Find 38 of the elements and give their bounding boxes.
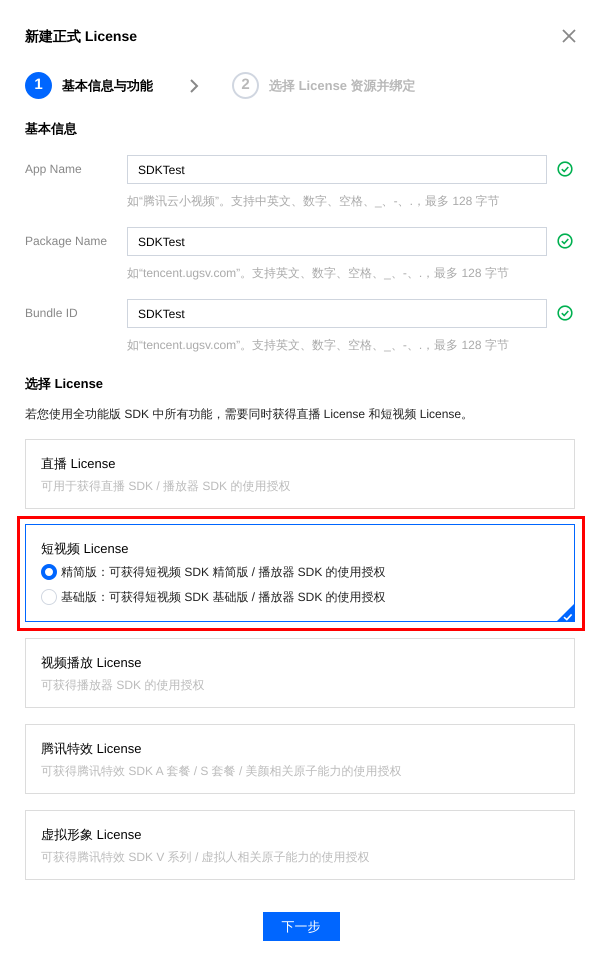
license-description: 可用于获得直播 SDK / 播放器 SDK 的使用授权 bbox=[41, 478, 292, 495]
dialog-title: 新建正式 License bbox=[25, 27, 138, 46]
radio-icon[interactable] bbox=[41, 564, 57, 580]
field-label: App Name bbox=[25, 161, 83, 178]
step-number: 2 bbox=[232, 72, 259, 99]
edition-radio-option[interactable]: 精简版：可获得短视频 SDK 精简版 / 播放器 SDK 的使用授权 bbox=[41, 562, 559, 582]
step-number: 1 bbox=[25, 72, 52, 99]
next-button[interactable]: 下一步 bbox=[262, 912, 340, 941]
field-label: Bundle ID bbox=[25, 305, 79, 322]
license-card[interactable]: 直播 License 可用于获得直播 SDK / 播放器 SDK 的使用授权 bbox=[25, 439, 575, 509]
chevron-right-icon bbox=[189, 78, 199, 94]
edition-radio-option[interactable]: 基础版：可获得短视频 SDK 基础版 / 播放器 SDK 的使用授权 bbox=[41, 587, 559, 607]
field-hint: 如“tencent.ugsv.com”。支持英文、数字、空格、_、-、.，最多 128 字节 bbox=[127, 337, 510, 354]
field-label: Package Name bbox=[25, 233, 108, 250]
step-label: 选择 License 资源并绑定 bbox=[269, 76, 416, 94]
corner-check-icon bbox=[556, 603, 575, 622]
license-card[interactable]: 虚拟形象 License 可获得腾讯特效 SDK V 系列 / 虚拟人相关原子能力的使用授权 bbox=[25, 810, 575, 880]
section-description: 若您使用全功能版 SDK 中所有功能，需要同时获得直播 License 和短视频 License。 bbox=[25, 406, 474, 423]
text-input[interactable]: SDKTest bbox=[127, 299, 547, 328]
section-heading: 基本信息 bbox=[25, 120, 78, 138]
license-title: 视频播放 License bbox=[41, 654, 142, 672]
text-input[interactable]: SDKTest bbox=[127, 155, 547, 184]
license-title: 虚拟形象 License bbox=[41, 826, 142, 844]
license-title: 短视频 License bbox=[41, 540, 130, 558]
license-card[interactable]: 短视频 License 精简版：可获得短视频 SDK 精简版 / 播放器 SDK 的使用授权 基础版：可获得短视频 SDK 基础版 / 播放器 SDK 的使用授权 bbox=[25, 524, 575, 622]
text-input[interactable]: SDKTest bbox=[127, 227, 547, 256]
license-title: 直播 License bbox=[41, 455, 116, 473]
field-hint: 如“tencent.ugsv.com”。支持英文、数字、空格、_、-、.，最多 128 字节 bbox=[127, 265, 510, 282]
license-description: 可获得腾讯特效 SDK A 套餐 / S 套餐 / 美颜相关原子能力的使用授权 bbox=[41, 763, 403, 780]
license-card[interactable]: 视频播放 License 可获得播放器 SDK 的使用授权 bbox=[25, 638, 575, 708]
license-description: 可获得腾讯特效 SDK V 系列 / 虚拟人相关原子能力的使用授权 bbox=[41, 849, 371, 866]
license-card[interactable]: 腾讯特效 License 可获得腾讯特效 SDK A 套餐 / S 套餐 / 美颜相关原子能力的使用授权 bbox=[25, 724, 575, 794]
step-label: 基本信息与功能 bbox=[62, 76, 153, 94]
close-icon[interactable] bbox=[561, 28, 577, 44]
license-description: 可获得播放器 SDK 的使用授权 bbox=[41, 677, 206, 694]
license-title: 腾讯特效 License bbox=[41, 740, 142, 758]
field-hint: 如“腾讯云小视频”。支持中英文、数字、空格、_、-、.，最多 128 字节 bbox=[127, 193, 501, 210]
section-heading: 选择 License bbox=[25, 375, 104, 393]
